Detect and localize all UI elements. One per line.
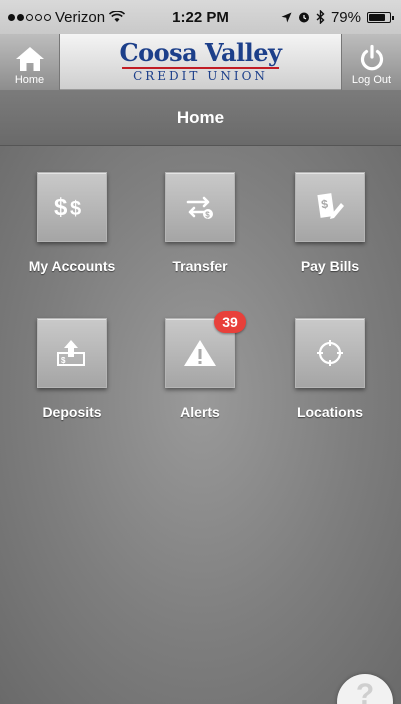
my-accounts-button[interactable]: $ $ xyxy=(37,172,107,242)
logo-subtitle: CREDIT UNION xyxy=(133,69,268,83)
locations-button[interactable] xyxy=(295,318,365,388)
battery-icon xyxy=(367,11,394,23)
logo-title: Coosa Valley xyxy=(119,38,282,67)
alarm-clock-icon xyxy=(298,12,309,23)
transfer-label: Transfer xyxy=(172,258,228,274)
deposits-tile[interactable]: $ Deposits xyxy=(12,318,132,420)
locations-label: Locations xyxy=(296,404,364,420)
home-button-label: Home xyxy=(14,74,45,86)
my-accounts-tile[interactable]: $ $ My Accounts xyxy=(12,172,132,274)
page-title-bar: Home xyxy=(0,90,401,146)
pay-bills-button[interactable]: $ xyxy=(295,172,365,242)
battery-fill xyxy=(369,13,385,21)
bluetooth-icon xyxy=(316,10,325,24)
locations-tile[interactable]: Locations xyxy=(270,318,390,420)
status-time: 1:22 PM xyxy=(172,8,229,26)
home-icon xyxy=(15,47,44,71)
my-accounts-label: My Accounts xyxy=(28,258,116,274)
help-question-icon: ? xyxy=(355,678,375,704)
page-title: Home xyxy=(176,107,225,127)
logout-button-label: Log Out xyxy=(351,74,392,86)
alerts-count-badge: 39 xyxy=(214,311,246,333)
alerts-button[interactable]: 39 xyxy=(165,311,246,388)
signal-strength-icon xyxy=(8,13,51,21)
help-button[interactable]: ? xyxy=(337,674,393,704)
svg-text:$: $ xyxy=(205,210,210,219)
pay-bills-tile[interactable]: $ Pay Bills xyxy=(270,172,390,274)
svg-text:$: $ xyxy=(54,194,68,221)
alerts-label: Alerts xyxy=(180,404,220,420)
svg-text:$: $ xyxy=(70,198,81,220)
wifi-icon xyxy=(109,11,126,22)
carrier-name: Verizon xyxy=(55,8,106,26)
deposits-label: Deposits xyxy=(42,404,102,420)
svg-text:$: $ xyxy=(61,356,66,365)
coosa-valley-logo: Coosa Valley CREDIT UNION xyxy=(120,40,282,83)
pay-bills-label: Pay Bills xyxy=(300,258,360,274)
deposits-button[interactable]: $ xyxy=(37,318,107,388)
home-menu: $ $ My Accounts $ Transfer $ Pay Bills $… xyxy=(0,146,401,704)
alerts-tile[interactable]: 39 Alerts xyxy=(140,311,260,420)
status-right: 79% xyxy=(281,8,394,26)
logout-button[interactable]: Log Out xyxy=(341,34,401,90)
dollar-icon: $ $ xyxy=(54,194,81,221)
app-header: Home Coosa Valley CREDIT UNION Log Out xyxy=(0,34,401,90)
warning-triangle-icon xyxy=(184,340,216,366)
status-left: Verizon xyxy=(8,8,126,26)
crosshair-icon xyxy=(317,340,343,366)
battery-percent: 79% xyxy=(330,8,361,26)
pay-bill-pen-icon: $ xyxy=(317,193,344,219)
deposit-check-icon: $ xyxy=(57,340,85,366)
transfer-button[interactable]: $ xyxy=(165,172,235,242)
location-arrow-icon xyxy=(281,12,292,22)
power-icon xyxy=(360,44,383,71)
transfer-arrows-icon: $ xyxy=(186,196,213,219)
home-button[interactable]: Home xyxy=(0,34,60,90)
status-bar: Verizon 1:22 PM 79% xyxy=(0,0,401,34)
transfer-tile[interactable]: $ Transfer xyxy=(140,172,260,274)
